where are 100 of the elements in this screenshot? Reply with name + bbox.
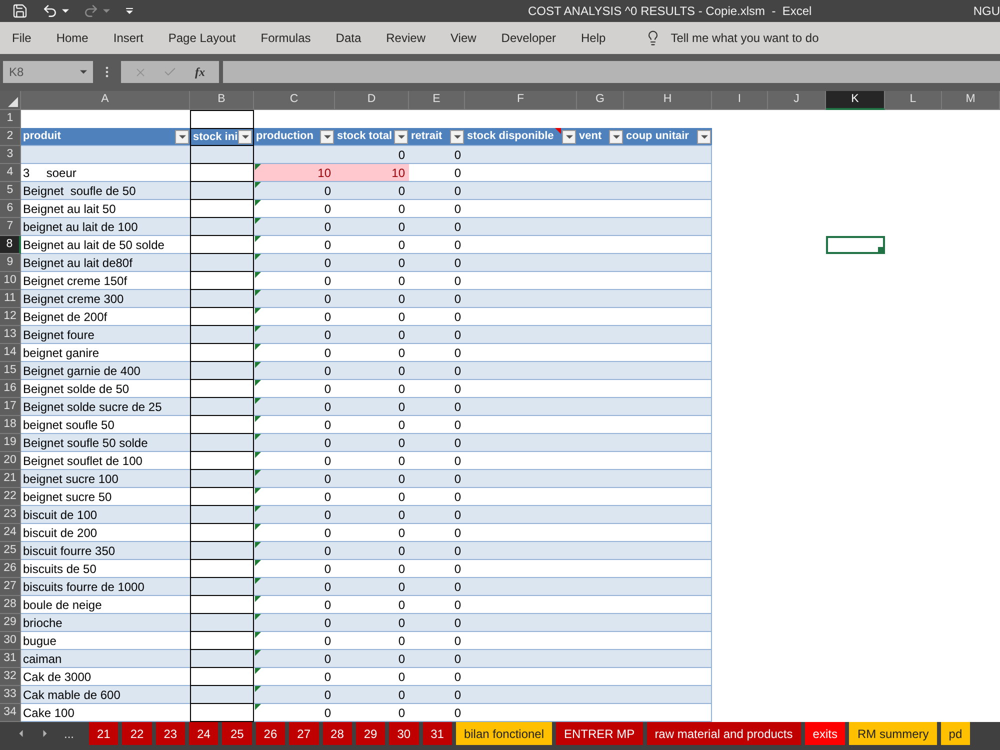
menu-tab[interactable]: Review xyxy=(380,26,432,50)
sheet-tab[interactable]: 23 xyxy=(156,722,186,745)
column-header[interactable]: C xyxy=(254,91,335,110)
column-header[interactable]: K xyxy=(826,91,885,110)
sheet-tab[interactable]: ENTRER MP xyxy=(556,722,643,745)
row-header[interactable]: 18 xyxy=(0,416,21,434)
row-header[interactable]: 28 xyxy=(0,596,21,614)
row-header[interactable]: 11 xyxy=(0,290,21,308)
row-header[interactable]: 22 xyxy=(0,488,21,506)
sheet-tab[interactable]: RM summery xyxy=(849,722,937,745)
table-cell-text: 0 xyxy=(397,524,406,541)
row-header[interactable]: 15 xyxy=(0,362,21,380)
row-header[interactable]: 6 xyxy=(0,200,21,218)
row-header[interactable]: 9 xyxy=(0,254,21,272)
formula-input[interactable] xyxy=(223,61,1000,83)
sheet-tab[interactable]: pd xyxy=(940,722,970,745)
row-header[interactable]: 33 xyxy=(0,686,21,704)
row-header[interactable]: 31 xyxy=(0,650,21,668)
selected-cell[interactable] xyxy=(826,236,885,254)
column-header[interactable]: J xyxy=(768,91,826,110)
menu-tab[interactable]: View xyxy=(444,26,482,50)
sheet-tab[interactable]: 28 xyxy=(322,722,352,745)
sheet-tab[interactable]: 22 xyxy=(122,722,152,745)
filter-button[interactable] xyxy=(697,130,711,144)
sheet-tab[interactable]: 30 xyxy=(389,722,419,745)
column-title: production xyxy=(256,129,314,144)
row-header[interactable]: 30 xyxy=(0,632,21,650)
row-header[interactable]: 21 xyxy=(0,470,21,488)
row-header[interactable]: 14 xyxy=(0,344,21,362)
row-header[interactable]: 16 xyxy=(0,380,21,398)
insert-function-button[interactable]: fx xyxy=(189,62,211,82)
filter-button[interactable] xyxy=(238,130,252,144)
row-header[interactable]: 20 xyxy=(0,452,21,470)
row-header[interactable]: 5 xyxy=(0,182,21,200)
menu-tab[interactable]: File xyxy=(6,26,38,50)
row-header[interactable]: 10 xyxy=(0,272,21,290)
sheet-tab[interactable]: 21 xyxy=(89,722,118,745)
row-header[interactable]: 24 xyxy=(0,524,21,542)
row-header[interactable]: 2 xyxy=(0,128,21,146)
row-header[interactable]: 3 xyxy=(0,146,21,164)
menu-tab[interactable]: Help xyxy=(575,26,612,50)
sheet-tab[interactable]: 26 xyxy=(256,722,286,745)
row-header[interactable]: 1 xyxy=(0,110,21,128)
column-header[interactable]: G xyxy=(577,91,624,110)
filter-button[interactable] xyxy=(609,130,623,144)
column-header[interactable]: F xyxy=(465,91,577,110)
row-header[interactable]: 29 xyxy=(0,614,21,632)
tell-me-search[interactable]: Tell me what you want to do xyxy=(642,26,821,50)
filter-button[interactable] xyxy=(562,130,576,144)
name-box[interactable]: K8 xyxy=(3,61,93,83)
sheet-tab[interactable]: bilan fonctionel xyxy=(456,722,552,745)
row-header[interactable]: 25 xyxy=(0,542,21,560)
filter-button[interactable] xyxy=(450,130,464,144)
sheet-tab[interactable]: 29 xyxy=(356,722,386,745)
filter-button[interactable] xyxy=(320,130,334,144)
more-sheets-button[interactable]: ... xyxy=(62,724,76,744)
row-header[interactable]: 13 xyxy=(0,326,21,344)
menu-tab[interactable]: Home xyxy=(50,26,94,50)
table-cell-text: 0 xyxy=(323,506,332,523)
menu-tab[interactable]: Insert xyxy=(107,26,150,50)
column-header[interactable]: H xyxy=(624,91,712,110)
row-header[interactable]: 7 xyxy=(0,218,21,236)
table-cell-text: beignet soufle 50 xyxy=(22,416,116,433)
table-cell-text: 0 xyxy=(453,380,462,397)
menu-tab[interactable]: Formulas xyxy=(254,26,317,50)
caret-icon xyxy=(398,134,404,138)
row-header[interactable]: 32 xyxy=(0,668,21,686)
sheet-tab[interactable]: 27 xyxy=(289,722,319,745)
menu-tab[interactable]: Page Layout xyxy=(162,26,242,50)
column-header[interactable]: B xyxy=(190,91,254,110)
menu-tab[interactable]: Data xyxy=(330,26,368,50)
column-header[interactable]: I xyxy=(712,91,768,110)
sheet-tab[interactable]: 25 xyxy=(222,722,252,745)
sheet-tab[interactable]: 24 xyxy=(189,722,218,745)
row-header[interactable]: 4 xyxy=(0,164,21,182)
column-header[interactable]: A xyxy=(21,91,190,110)
filter-button[interactable] xyxy=(175,130,189,144)
fill-handle-icon[interactable] xyxy=(878,247,883,252)
row-header[interactable]: 34 xyxy=(0,704,21,722)
row-header[interactable]: 17 xyxy=(0,398,21,416)
row-header[interactable]: 19 xyxy=(0,434,21,452)
sheet-tab[interactable]: 31 xyxy=(422,722,452,745)
row-header[interactable]: 26 xyxy=(0,560,21,578)
column-header[interactable]: D xyxy=(335,91,409,110)
row-header[interactable]: 23 xyxy=(0,506,21,524)
column-header[interactable]: L xyxy=(885,91,942,110)
sheet-tab[interactable]: raw material and products xyxy=(646,722,801,745)
sheet-tab[interactable]: exits xyxy=(804,722,846,745)
row-header[interactable]: 27 xyxy=(0,578,21,596)
row-header[interactable]: 12 xyxy=(0,308,21,326)
filter-button[interactable] xyxy=(394,130,408,144)
table-cell-text: 0 xyxy=(323,596,332,613)
table-cell-text: Cak mable de 600 xyxy=(22,686,122,703)
row-header[interactable]: 8 xyxy=(0,236,21,254)
select-all-button[interactable] xyxy=(0,91,21,110)
column-header[interactable]: M xyxy=(942,91,1000,110)
table-cell-text: brioche xyxy=(22,614,64,631)
menu-tab[interactable]: Developer xyxy=(495,26,562,50)
table-cell-text: 0 xyxy=(397,596,406,613)
column-header[interactable]: E xyxy=(409,91,465,110)
